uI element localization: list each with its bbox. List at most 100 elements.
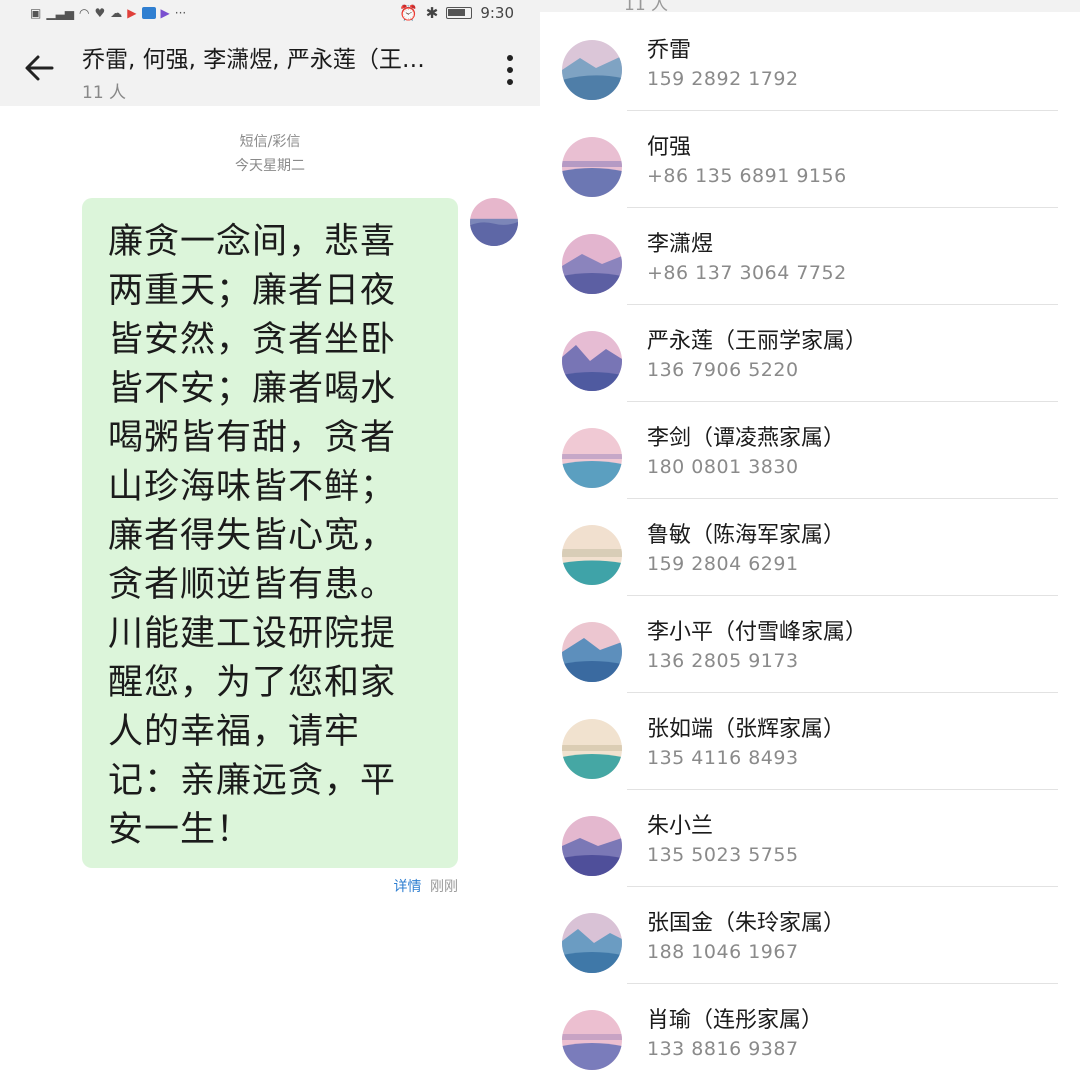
clock: 9:30	[480, 4, 514, 22]
contact-phone: +86 135 6891 9156	[647, 165, 847, 187]
landscape-avatar-icon	[562, 331, 622, 391]
divider	[627, 983, 1058, 984]
back-button[interactable]	[22, 50, 58, 86]
more-options-button[interactable]	[496, 52, 524, 88]
contact-name: 张如端（张辉家属）	[647, 717, 846, 742]
wifi-icon: ◠	[79, 6, 90, 20]
recipients-count: 11 人	[624, 0, 669, 15]
landscape-avatar-icon	[562, 428, 622, 488]
arrow-left-icon	[25, 55, 54, 81]
landscape-avatar-icon	[562, 234, 622, 294]
contact-name: 李潇煜	[647, 232, 714, 257]
contact-avatar	[562, 525, 622, 585]
status-right: ⏰ ✱ 9:30	[399, 4, 514, 22]
divider	[627, 595, 1058, 596]
landscape-avatar-icon	[562, 525, 622, 585]
details-link[interactable]: 详情	[394, 879, 422, 895]
contact-phone: 188 1046 1967	[647, 941, 799, 963]
landscape-avatar-icon	[562, 1010, 622, 1070]
contact-avatar	[562, 719, 622, 779]
contact-avatar	[562, 137, 622, 197]
app-bar: 乔雷, 何强, 李潇煜, 严永莲（王… 11 人	[0, 28, 540, 106]
contact-phone: 159 2892 1792	[647, 68, 799, 90]
divider	[627, 304, 1058, 305]
contact-row[interactable]: 乔雷 159 2892 1792	[540, 30, 1080, 127]
video-icon: ▶	[160, 6, 170, 20]
member-count: 11 人	[82, 83, 127, 103]
divider	[627, 498, 1058, 499]
bluetooth-icon: ✱	[425, 4, 439, 22]
contact-name: 李小平（付雪峰家属）	[647, 620, 868, 645]
divider	[627, 207, 1058, 208]
message-channel: 短信/彩信	[239, 134, 301, 150]
heart-icon: ♥	[94, 6, 106, 20]
conversation-title[interactable]: 乔雷, 何强, 李潇煜, 严永莲（王…	[82, 40, 482, 74]
contact-phone: 136 2805 9173	[647, 650, 799, 672]
contact-row[interactable]: 何强 +86 135 6891 9156	[540, 127, 1080, 224]
recipients-panel: 11 人 乔雷 159 2892 1792 何强 +86 135 6891 91…	[540, 0, 1080, 1080]
landscape-avatar-icon	[562, 137, 622, 197]
contact-phone: 180 0801 3830	[647, 456, 799, 478]
contact-row[interactable]: 严永莲（王丽学家属） 136 7906 5220	[540, 321, 1080, 418]
contact-name: 乔雷	[647, 38, 692, 63]
contact-row[interactable]: 李小平（付雪峰家属） 136 2805 9173	[540, 612, 1080, 709]
status-icons: ▣ ▁▃▅ ◠ ♥ ☁ ▶ ▶ ···	[30, 5, 186, 21]
contact-avatar	[562, 234, 622, 294]
contact-row[interactable]: 肖瑜（连彤家属） 133 8816 9387	[540, 1000, 1080, 1080]
contact-row[interactable]: 张如端（张辉家属） 135 4116 8493	[540, 709, 1080, 806]
message-bubble[interactable]: 廉贪一念间，悲喜 两重天；廉者日夜 皆安然，贪者坐卧 皆不安；廉者喝水 喝粥皆有…	[82, 198, 458, 868]
contact-name: 严永莲（王丽学家属）	[647, 329, 868, 354]
contact-phone: 133 8816 9387	[647, 1038, 799, 1060]
landscape-avatar-icon	[562, 816, 622, 876]
contact-name: 李剑（谭凌燕家属）	[647, 426, 846, 451]
contact-avatar	[562, 816, 622, 876]
contact-phone: 135 4116 8493	[647, 747, 799, 769]
divider	[627, 110, 1058, 111]
contact-name: 何强	[647, 135, 692, 160]
landscape-avatar-icon	[562, 622, 622, 682]
app-icon	[141, 7, 156, 19]
contact-avatar	[562, 40, 622, 100]
contact-phone: 136 7906 5220	[647, 359, 799, 381]
contact-phone: 135 5023 5755	[647, 844, 799, 866]
alarm-icon: ⏰	[399, 4, 418, 22]
message-time: 刚刚	[430, 879, 458, 895]
contact-name: 肖瑜（连彤家属）	[647, 1008, 824, 1033]
message-text: 廉贪一念间，悲喜 两重天；廉者日夜 皆安然，贪者坐卧 皆不安；廉者喝水 喝粥皆有…	[108, 222, 397, 850]
divider	[627, 789, 1058, 790]
signal-icon: ▁▃▅	[46, 6, 75, 20]
contact-name: 朱小兰	[647, 814, 714, 839]
contact-row[interactable]: 朱小兰 135 5023 5755	[540, 806, 1080, 903]
divider	[627, 692, 1058, 693]
contact-avatar	[562, 428, 622, 488]
contact-name: 鲁敏（陈海军家属）	[647, 523, 846, 548]
message-footer: 详情 刚刚	[394, 876, 458, 896]
contact-phone: 159 2804 6291	[647, 553, 799, 575]
recipients-header: 11 人	[540, 0, 1080, 15]
conversation-panel: ▣ ▁▃▅ ◠ ♥ ☁ ▶ ▶ ··· ⏰ ✱ 9:30 乔雷, 何强, 李潇煜…	[0, 0, 540, 1080]
cloud-icon: ☁	[110, 6, 123, 20]
message-date: 今天星期二	[235, 158, 305, 174]
more-notifications-icon: ···	[174, 6, 187, 20]
hd-icon: ▣	[30, 6, 42, 20]
contact-row[interactable]: 李剑（谭凌燕家属） 180 0801 3830	[540, 418, 1080, 515]
battery-icon	[446, 7, 473, 19]
contact-phone: +86 137 3064 7752	[647, 262, 847, 284]
contact-row[interactable]: 鲁敏（陈海军家属） 159 2804 6291	[540, 515, 1080, 612]
contact-row[interactable]: 张国金（朱玲家属） 188 1046 1967	[540, 903, 1080, 1000]
contact-avatar	[562, 1010, 622, 1070]
contact-avatar	[562, 913, 622, 973]
contact-avatar	[562, 622, 622, 682]
contact-row[interactable]: 李潇煜 +86 137 3064 7752	[540, 224, 1080, 321]
sender-avatar[interactable]	[470, 198, 518, 246]
contact-avatar	[562, 331, 622, 391]
landscape-avatar-icon	[562, 719, 622, 779]
play-icon: ▶	[127, 6, 137, 20]
status-bar: ▣ ▁▃▅ ◠ ♥ ☁ ▶ ▶ ··· ⏰ ✱ 9:30	[0, 0, 540, 28]
landscape-avatar-icon	[562, 40, 622, 100]
landscape-avatar-icon	[562, 913, 622, 973]
divider	[627, 886, 1058, 887]
landscape-avatar-icon	[470, 198, 518, 246]
contact-name: 张国金（朱玲家属）	[647, 911, 846, 936]
divider	[627, 401, 1058, 402]
